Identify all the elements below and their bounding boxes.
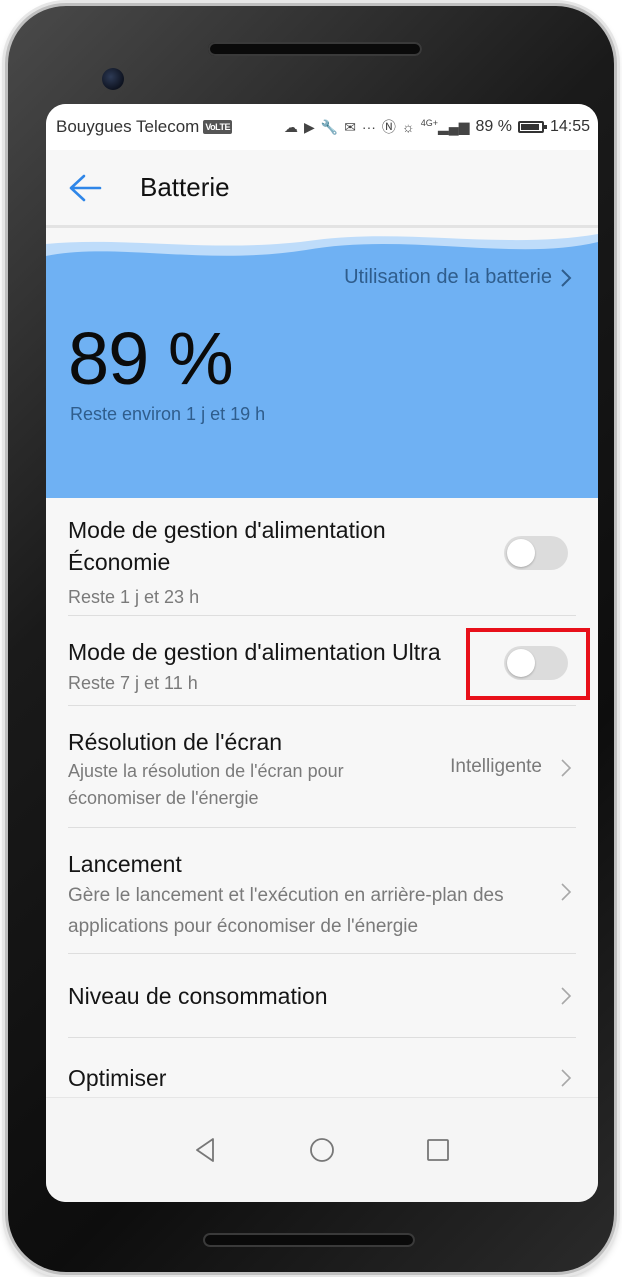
app-launch-subtitle-line2: applications pour économiser de l'énergi… — [68, 916, 419, 937]
battery-percent: 89 % — [475, 118, 512, 135]
circle-home-icon[interactable] — [307, 1135, 337, 1165]
economy-mode-title-line1: Mode de gestion d'alimentation — [68, 517, 386, 543]
battery-remaining-time: Reste environ 1 j et 19 h — [70, 404, 266, 424]
app-launch-subtitle-line1: Gère le lancement et l'exécution en arri… — [68, 885, 504, 906]
list-item-screen-resolution[interactable]: Résolution de l'écran Ajuste la résoluti… — [68, 706, 576, 828]
economy-mode-subtitle: Reste 1 j et 23 h — [68, 587, 200, 607]
play-store-icon: ▶ — [303, 118, 315, 135]
highlight-box — [466, 628, 590, 700]
economy-mode-toggle[interactable] — [504, 536, 568, 570]
list-item-app-launch[interactable]: Lancement Gère le lancement et l'exécuti… — [68, 828, 576, 954]
gmail-icon: ✉ — [344, 118, 356, 135]
battery-usage-label: Utilisation de la batterie — [344, 266, 552, 288]
battery-percentage: 89 % — [68, 317, 234, 400]
signal-icon: 4G+▂▄▆ — [420, 118, 470, 135]
screen-resolution-title: Résolution de l'écran — [68, 729, 283, 755]
screen-resolution-value: Intelligente — [450, 756, 542, 777]
app-launch-title: Lancement — [68, 851, 182, 877]
ultra-mode-subtitle: Reste 7 j et 11 h — [68, 673, 198, 693]
triangle-back-icon[interactable] — [191, 1135, 221, 1165]
bottom-speaker — [203, 1233, 415, 1247]
volte-badge: VoLTE — [203, 120, 233, 134]
optimize-title: Optimiser — [68, 1065, 167, 1091]
front-camera — [102, 68, 124, 90]
page-title: Batterie — [140, 172, 230, 202]
square-recents-icon[interactable] — [423, 1135, 453, 1165]
battery-settings-list: Mode de gestion d'alimentation Économie … — [46, 498, 598, 1124]
earpiece-speaker — [208, 42, 422, 56]
cloud-icon: ☁ — [283, 118, 298, 135]
screen-resolution-subtitle-line2: économiser de l'énergie — [68, 788, 259, 808]
consumption-level-title: Niveau de consommation — [68, 983, 328, 1009]
chevron-right-icon — [561, 1069, 572, 1087]
navigation-bar — [46, 1097, 598, 1202]
ultra-mode-title: Mode de gestion d'alimentation Ultra — [68, 639, 441, 665]
battery-icon — [517, 121, 547, 133]
wrench-icon: 🔧 — [320, 118, 339, 135]
carrier-name: Bouygues Telecom — [56, 117, 200, 136]
nfc-icon: Ⓝ — [381, 119, 396, 135]
chevron-right-icon — [561, 883, 572, 901]
list-item-consumption-level[interactable]: Niveau de consommation — [68, 954, 576, 1038]
clock: 14:55 — [549, 118, 590, 135]
status-bar: Bouygues Telecom VoLTE ☁ ▶ 🔧 ✉ ··· Ⓝ ☼ 4… — [46, 104, 598, 150]
toolbar: Batterie — [46, 150, 598, 228]
eye-comfort-icon: ☼ — [401, 119, 415, 135]
more-notifications-icon: ··· — [361, 119, 376, 135]
battery-summary-panel: Utilisation de la batterie 89 % Reste en… — [46, 228, 598, 498]
arrow-left-icon[interactable] — [68, 173, 102, 203]
economy-mode-title-line2: Économie — [68, 549, 171, 575]
toggle-knob — [507, 539, 535, 567]
chevron-right-icon — [561, 268, 572, 287]
battery-usage-link[interactable]: Utilisation de la batterie — [344, 266, 572, 289]
list-item-economy-mode[interactable]: Mode de gestion d'alimentation Économie … — [68, 498, 576, 616]
screen-resolution-subtitle-line1: Ajuste la résolution de l'écran pour — [68, 761, 344, 781]
network-badge: 4G+ — [420, 118, 439, 129]
chevron-right-icon — [561, 987, 572, 1005]
chevron-right-icon — [561, 759, 572, 777]
